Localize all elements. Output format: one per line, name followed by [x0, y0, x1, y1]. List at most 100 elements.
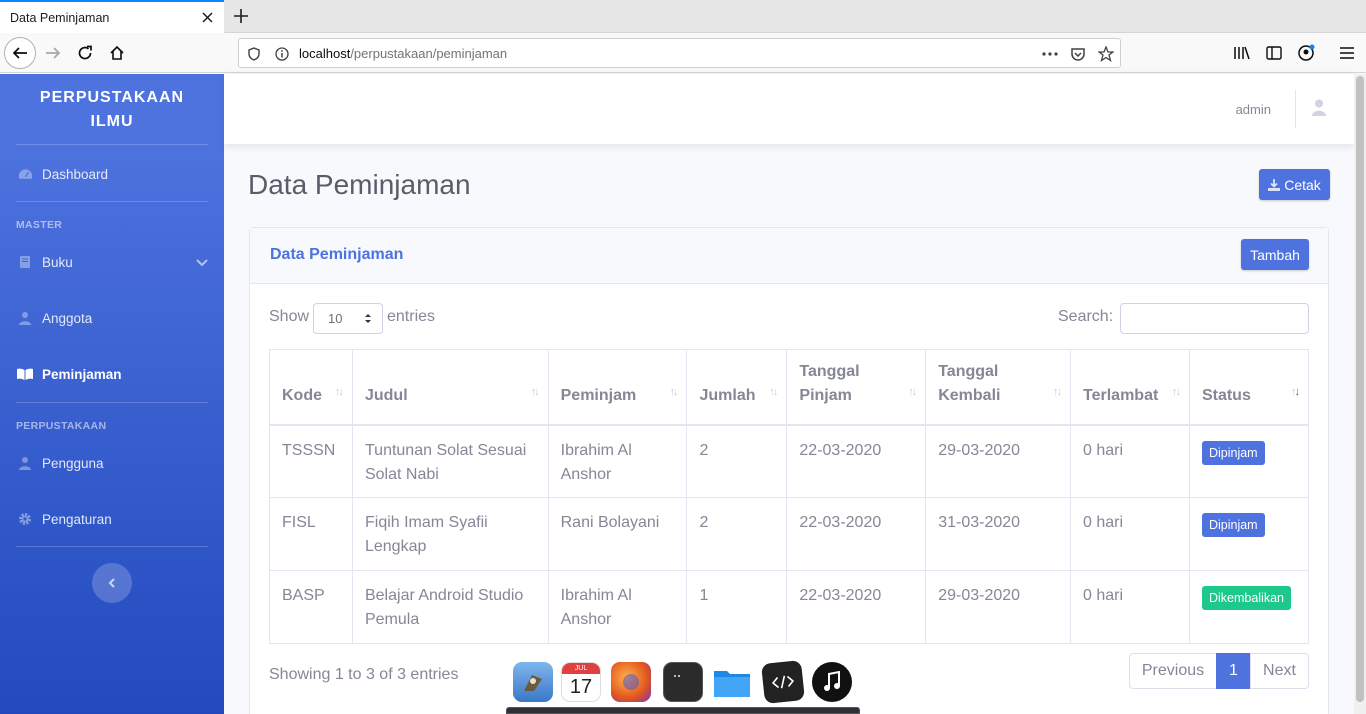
- book-open-icon: [16, 365, 34, 383]
- info-icon[interactable]: [273, 45, 291, 63]
- user-icon: [16, 454, 34, 472]
- sidebar-item-dashboard[interactable]: Dashboard: [16, 162, 208, 186]
- sidebar-item-pengaturan[interactable]: Pengaturan: [16, 507, 208, 531]
- column-label: Peminjam: [560, 386, 637, 404]
- show-label: Show: [269, 308, 310, 325]
- status-badge: Dipinjam: [1201, 440, 1265, 465]
- column-header-terlambat[interactable]: Terlambat ↑↓: [1070, 349, 1190, 426]
- forward-button[interactable]: [37, 37, 69, 69]
- cell-tanggal-kembali: 29-03-2020: [925, 570, 1072, 644]
- library-button[interactable]: [1226, 37, 1258, 69]
- username[interactable]: admin: [1236, 102, 1271, 117]
- cell-jumlah: 1: [686, 570, 788, 644]
- sort-icon: ↑↓: [530, 385, 540, 398]
- column-header-tanggal-pinjam[interactable]: Tanggal Pinjam ↑↓: [786, 349, 927, 426]
- column-header-tanggal-kembali[interactable]: Tanggal Kembali ↑↓: [925, 349, 1072, 426]
- browser-tab[interactable]: Data Peminjaman: [0, 0, 224, 33]
- sort-icon: ↑↓: [1053, 385, 1062, 398]
- back-button[interactable]: [4, 37, 36, 69]
- brand-line-2: ILMU: [90, 113, 134, 130]
- cell-kode: FISL: [269, 497, 353, 571]
- cell-tanggal-kembali: 29-03-2020: [925, 424, 1072, 498]
- cell-peminjam: Ibrahim Al Anshor: [547, 570, 688, 644]
- chevron-left-icon: [108, 578, 115, 588]
- cetak-button[interactable]: Cetak: [1259, 169, 1330, 200]
- column-header-jumlah[interactable]: Jumlah ↑↓: [686, 349, 788, 426]
- column-header-status[interactable]: Status ↑↓: [1188, 349, 1310, 426]
- terminal-icon[interactable]: [663, 662, 703, 702]
- sidebar-item-buku[interactable]: Buku: [16, 250, 208, 274]
- sidebar-item-peminjaman[interactable]: Peminjaman: [16, 362, 208, 386]
- music-icon[interactable]: [812, 662, 852, 702]
- home-icon: [110, 45, 124, 60]
- column-label: Kode: [282, 386, 322, 404]
- browser-tab-bar: Data Peminjaman: [0, 0, 1366, 33]
- cell-status: Dikembalikan: [1188, 570, 1310, 644]
- dock-shelf: [506, 707, 860, 714]
- sort-icon: ↑↓: [669, 385, 678, 398]
- cog-icon: [16, 510, 34, 528]
- pagination-previous[interactable]: Previous: [1129, 653, 1217, 689]
- sidebar-collapse-button[interactable]: [92, 563, 132, 603]
- tab-title: Data Peminjaman: [10, 10, 110, 25]
- pocket-icon[interactable]: [1069, 45, 1087, 63]
- peminjaman-table: Kode ↑↓ Judul ↑↓ Peminjam ↑↓ Jumlah ↑↓ Tangg…: [269, 349, 1310, 644]
- account-button[interactable]: [1290, 37, 1322, 69]
- cell-terlambat: 0 hari: [1070, 424, 1190, 498]
- calendar-icon[interactable]: JUL 17: [561, 662, 601, 702]
- column-label: Terlambat: [1083, 386, 1159, 404]
- new-tab-button[interactable]: [229, 4, 253, 28]
- column-label: Kembali: [938, 386, 1001, 404]
- url-bar[interactable]: localhost/perpustakaan/peminjaman: [238, 38, 1121, 68]
- sidebar-item-label: Buku: [42, 254, 73, 270]
- entries-label: entries: [387, 308, 436, 325]
- sidebar-item-anggota[interactable]: Anggota: [16, 306, 208, 330]
- cell-peminjam: Ibrahim Al Anshor: [547, 424, 688, 498]
- topbar-divider: [1295, 90, 1296, 128]
- cell-tanggal-pinjam: 22-03-2020: [786, 497, 927, 571]
- table-header-row: Kode ↑↓ Judul ↑↓ Peminjam ↑↓ Jumlah ↑↓ Tangg…: [269, 349, 1310, 426]
- sidebar-item-label: Dashboard: [42, 166, 109, 182]
- cell-tanggal-kembali: 31-03-2020: [925, 497, 1072, 571]
- scrollbar-thumb[interactable]: [1356, 76, 1364, 702]
- column-label: Judul: [364, 386, 408, 404]
- search-input[interactable]: [1120, 303, 1309, 334]
- sidebar-toggle-button[interactable]: [1258, 37, 1290, 69]
- topbar: admin: [224, 74, 1354, 144]
- star-icon[interactable]: [1097, 45, 1115, 63]
- sort-icon: ↑↓: [908, 385, 917, 398]
- reload-button[interactable]: [69, 37, 101, 69]
- calendar-day: 17: [569, 675, 593, 698]
- sidebar-divider: [16, 402, 208, 403]
- table-row: FISL Fiqih Imam Syafii Lengkap Rani Bola…: [269, 497, 1310, 571]
- sidebar: PERPUSTAKAAN ILMU Dashboard MASTER Buku …: [0, 74, 224, 714]
- sort-icon: ↑↓: [769, 385, 778, 398]
- sidebar-item-pengguna[interactable]: Pengguna: [16, 451, 208, 475]
- entries-select[interactable]: 10: [313, 303, 383, 334]
- column-header-kode[interactable]: Kode ↑↓: [269, 349, 353, 426]
- firefox-icon[interactable]: [611, 662, 651, 702]
- code-editor-icon[interactable]: [761, 660, 805, 704]
- select-arrows-icon: [365, 314, 371, 323]
- home-button[interactable]: [101, 37, 133, 69]
- status-badge: Dipinjam: [1201, 513, 1265, 537]
- sidebar-heading-perpustakaan: PERPUSTAKAAN: [16, 420, 107, 432]
- tambah-button[interactable]: Tambah: [1241, 239, 1309, 270]
- page-scrollbar[interactable]: [1354, 74, 1366, 714]
- brand[interactable]: PERPUSTAKAAN ILMU: [0, 86, 224, 134]
- close-icon[interactable]: [200, 11, 214, 25]
- calendar-month: JUL: [562, 663, 600, 674]
- cell-kode: BASP: [269, 570, 353, 644]
- pagination-next[interactable]: Next: [1250, 653, 1309, 689]
- pagination-page-1[interactable]: 1: [1216, 653, 1251, 689]
- column-header-judul[interactable]: Judul ↑↓: [351, 349, 549, 426]
- more-icon[interactable]: [1041, 45, 1059, 63]
- shield-icon[interactable]: [245, 45, 263, 63]
- finder-icon[interactable]: [513, 662, 553, 702]
- folder-icon[interactable]: [712, 662, 752, 702]
- column-header-peminjam[interactable]: Peminjam ↑↓: [547, 349, 688, 426]
- user-avatar-icon[interactable]: [1312, 99, 1326, 121]
- status-badge: Dikembalikan: [1201, 586, 1291, 610]
- sidebar-divider: [16, 201, 208, 202]
- menu-button[interactable]: [1331, 37, 1363, 69]
